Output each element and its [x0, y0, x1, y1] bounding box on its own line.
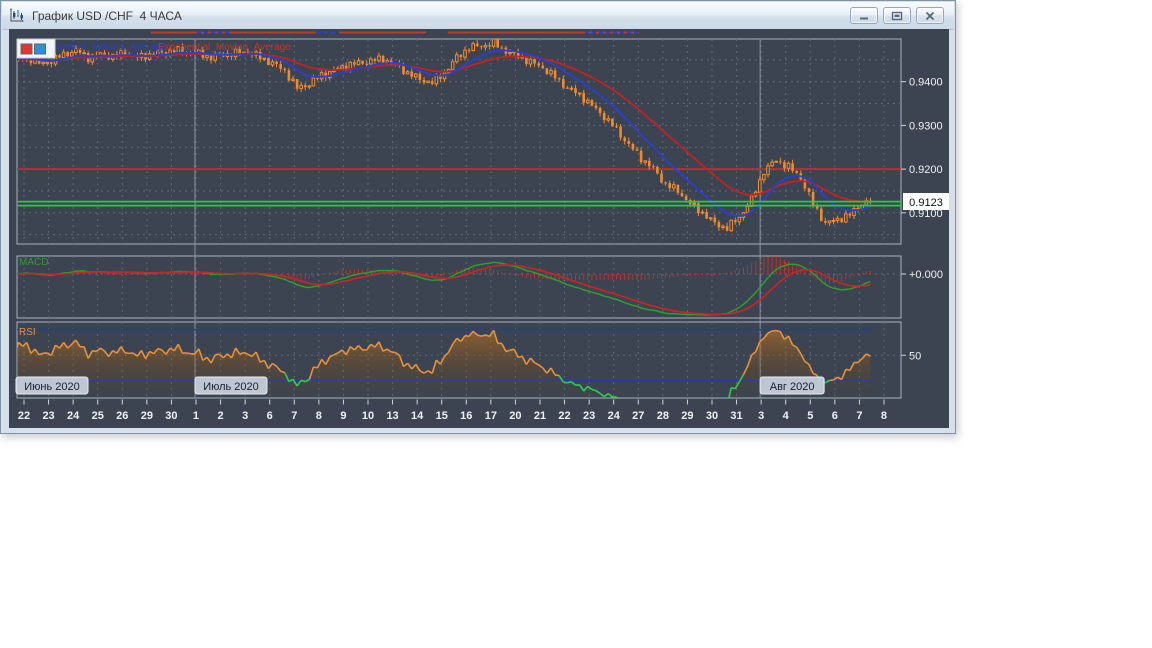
time-tick-label: 23	[42, 410, 54, 422]
legend-swatch-red	[20, 43, 33, 55]
chart-window-icon	[10, 7, 24, 22]
time-tick-label: 6	[832, 410, 838, 422]
chart-area: Exponential_Moving_Average Exponential_Mo…	[9, 29, 949, 428]
time-tick-label: 30	[706, 410, 718, 422]
time-tick-label: 31	[730, 410, 742, 422]
time-tick-label: 24	[67, 410, 80, 422]
macd-line	[17, 261, 871, 316]
macd-axis-label: +0.000	[909, 269, 943, 281]
time-tick-label: 6	[267, 410, 273, 422]
close-button[interactable]	[916, 7, 944, 24]
time-tick-label: 29	[681, 410, 693, 422]
legend-swatch-blue	[34, 43, 46, 55]
close-icon	[925, 11, 935, 20]
time-tick-label: 26	[116, 410, 128, 422]
time-tick-label: 2	[218, 410, 224, 422]
rsi-label: RSI	[19, 327, 36, 338]
window-controls	[850, 7, 944, 24]
time-tick-label: 13	[386, 410, 398, 422]
time-tick-label: 3	[242, 410, 248, 422]
svg-text:Июнь 2020: Июнь 2020	[24, 381, 80, 393]
restore-button[interactable]	[883, 7, 911, 24]
time-tick-label: 4	[783, 410, 790, 422]
minimize-button[interactable]	[850, 7, 878, 24]
svg-text:Авг 2020: Авг 2020	[770, 381, 815, 393]
time-tick-label: 1	[193, 410, 199, 422]
time-tick-label: 10	[362, 410, 374, 422]
time-tick-label: 28	[657, 410, 669, 422]
time-tick-label: 17	[485, 410, 497, 422]
legend-label-ema-slow: Exponential_Moving_Average.	[158, 42, 293, 53]
restore-icon	[891, 11, 903, 20]
time-tick-label: 5	[807, 410, 813, 422]
time-tick-label: 7	[291, 410, 297, 422]
time-tick-label: 22	[558, 410, 570, 422]
time-tick-label: 29	[141, 410, 153, 422]
time-tick-label: 27	[632, 410, 644, 422]
svg-text:0.9123: 0.9123	[909, 197, 943, 209]
time-tick-label: 15	[436, 410, 448, 422]
time-tick-label: 23	[583, 410, 595, 422]
price-tick-label: 0.9400	[909, 77, 943, 89]
time-tick-label: 3	[758, 410, 764, 422]
month-chip: Июнь 2020	[15, 376, 89, 395]
time-tick-label: 16	[460, 410, 472, 422]
current-price-lines	[17, 200, 901, 207]
ema-fast-line	[17, 49, 871, 217]
window-titlebar[interactable]: График USD /CHF 4 ЧАСА	[2, 2, 954, 30]
macd-label: MACD	[19, 257, 48, 268]
chart-canvas[interactable]: Exponential_Moving_AverageExponential_Mo…	[9, 29, 949, 428]
time-tick-label: 22	[18, 410, 30, 422]
time-tick-label: 8	[316, 410, 322, 422]
time-tick-label: 21	[534, 410, 546, 422]
macd-indicator	[17, 256, 871, 316]
time-tick-label: 14	[411, 410, 424, 422]
time-tick-label: 20	[509, 410, 521, 422]
rsi-axis-label: 50	[909, 350, 921, 362]
time-tick-label: 9	[340, 410, 346, 422]
price-tick-label: 0.9200	[909, 164, 943, 176]
macd-signal-line	[17, 264, 871, 316]
current-price-badge: 0.9123	[903, 193, 949, 210]
time-axis: 22 23 24 25 26 29 30 1 2 3 6 7 8 9 10 13 14 15 16 17 20 21 22 2…	[18, 399, 887, 422]
chart-window: График USD /CHF 4 ЧАСА Exponential_Movin…	[0, 0, 956, 434]
desktop: График USD /CHF 4 ЧАСА Exponential_Movin…	[0, 0, 1152, 648]
time-tick-label: 8	[881, 410, 887, 422]
minimize-icon	[860, 17, 868, 19]
svg-text:Июль 2020: Июль 2020	[203, 381, 259, 393]
price-axis: 0.94000.93000.92000.9100+0.000500.9123	[901, 77, 949, 362]
moving-averages	[17, 49, 871, 217]
month-chip: Июль 2020	[194, 376, 268, 395]
month-chip: Авг 2020	[759, 376, 825, 395]
time-tick-label: 25	[92, 410, 104, 422]
price-tick-label: 0.9300	[909, 120, 943, 132]
time-tick-label: 30	[165, 410, 177, 422]
time-tick-label: 24	[608, 410, 621, 422]
time-tick-label: 7	[856, 410, 862, 422]
window-title: График USD /CHF 4 ЧАСА	[32, 8, 182, 23]
